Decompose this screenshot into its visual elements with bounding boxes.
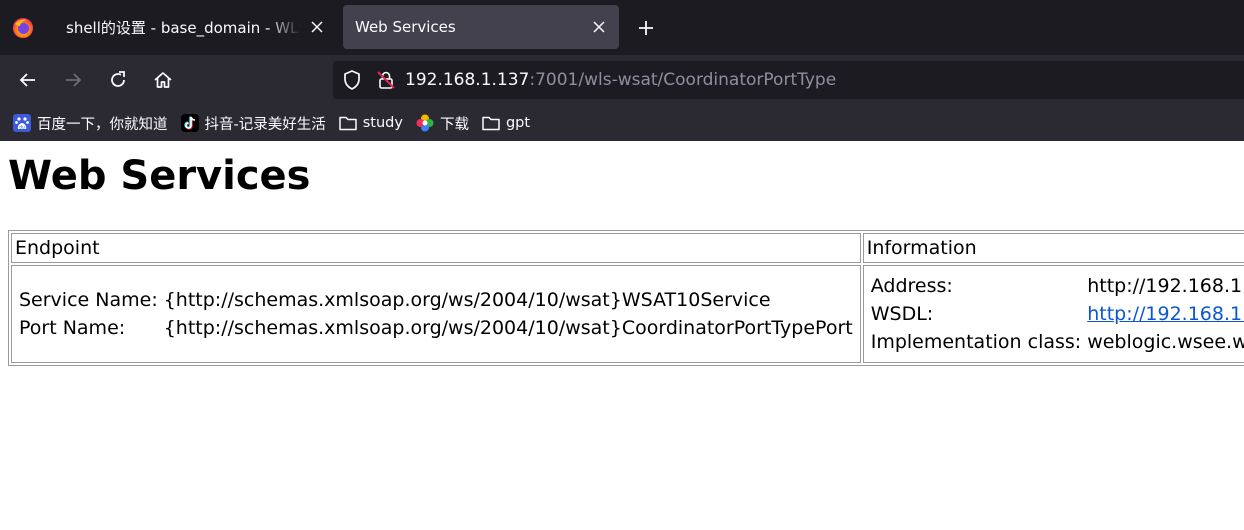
- bookmark-folder-study[interactable]: study: [332, 109, 409, 137]
- endpoint-details: Service Name: {http://schemas.xmlsoap.or…: [15, 285, 857, 343]
- page-title: Web Services: [8, 153, 311, 199]
- bookmark-label: 下载: [439, 116, 469, 133]
- arrow-left-icon: [19, 73, 35, 87]
- svg-text:du: du: [19, 125, 25, 131]
- url-text[interactable]: 192.168.1.137:7001/wls-wsat/CoordinatorP…: [405, 70, 836, 90]
- page-content: Web Services Endpoint Information Servic…: [0, 141, 1244, 530]
- information-cell: Address: http://192.168.1.137:7001/wls-w…: [862, 265, 1244, 363]
- wsdl-label: WSDL:: [870, 303, 934, 325]
- address-label: Address:: [870, 275, 953, 297]
- nav-bar: 192.168.1.137:7001/wls-wsat/CoordinatorP…: [0, 55, 1244, 105]
- port-name-value: {http://schemas.xmlsoap.org/ws/2004/10/w…: [163, 317, 853, 339]
- folder-icon: [338, 113, 358, 133]
- bookmark-label: gpt: [505, 115, 531, 131]
- new-tab-button[interactable]: [631, 13, 661, 43]
- implementation-class-label: Implementation class:: [870, 331, 1082, 353]
- header-endpoint: Endpoint: [11, 233, 861, 263]
- information-details: Address: http://192.168.1.137:7001/wls-w…: [867, 271, 1244, 357]
- tab-wls-console[interactable]: shell的设置 - base_domain - WLS Console: [54, 5, 337, 49]
- bookmark-folder-gpt[interactable]: gpt: [475, 109, 536, 137]
- implementation-class-value: weblogic.wsee.wstx.wsat.v10.endpoint.Coo…: [1087, 331, 1244, 353]
- bookmark-label: study: [362, 115, 403, 131]
- endpoint-cell: Service Name: {http://schemas.xmlsoap.or…: [11, 265, 861, 363]
- forward-button[interactable]: [55, 62, 91, 98]
- flower-icon: [415, 113, 435, 133]
- tab-title: Web Services: [355, 18, 456, 36]
- baidu-icon: du: [12, 113, 32, 133]
- home-button[interactable]: [145, 62, 181, 98]
- url-bar[interactable]: 192.168.1.137:7001/wls-wsat/CoordinatorP…: [333, 61, 1244, 99]
- close-icon[interactable]: [309, 19, 325, 35]
- bookmark-baidu[interactable]: du 百度一下，你就知道: [6, 109, 174, 137]
- url-path: :7001/wls-wsat/CoordinatorPortType: [529, 70, 837, 90]
- firefox-icon[interactable]: [0, 0, 46, 55]
- folder-icon: [481, 113, 501, 133]
- insecure-lock-icon[interactable]: [375, 69, 397, 91]
- plus-icon: [639, 21, 653, 35]
- bookmark-douyin[interactable]: 抖音-记录美好生活: [174, 109, 332, 137]
- wsdl-link[interactable]: http://192.168.1.137:7001/wls-wsat/Coord…: [1087, 303, 1244, 325]
- port-name-label: Port Name:: [19, 317, 126, 339]
- tab-web-services[interactable]: Web Services: [343, 5, 619, 49]
- douyin-icon: [180, 113, 200, 133]
- reload-icon: [111, 71, 125, 87]
- arrow-right-icon: [66, 73, 82, 87]
- bookmark-label: 抖音-记录美好生活: [204, 116, 326, 133]
- shield-icon[interactable]: [341, 69, 363, 91]
- home-icon: [154, 72, 172, 88]
- close-icon[interactable]: [591, 19, 607, 35]
- address-value: http://192.168.1.137:7001/wls-wsat/Coord…: [1087, 275, 1244, 297]
- services-table: Endpoint Information Service Name: {http…: [8, 230, 1244, 366]
- back-button[interactable]: [10, 62, 46, 98]
- tab-bar: shell的设置 - base_domain - WLS Console Web…: [0, 0, 1244, 55]
- service-name-value: {http://schemas.xmlsoap.org/ws/2004/10/w…: [163, 289, 771, 311]
- bookmark-download[interactable]: 下载: [409, 109, 475, 137]
- url-host: 192.168.1.137: [405, 70, 530, 90]
- header-information: Information: [862, 233, 1244, 263]
- tab-title: shell的设置 - base_domain - WLS Console: [66, 18, 301, 37]
- service-name-label: Service Name:: [19, 289, 158, 311]
- bookmark-label: 百度一下，你就知道: [37, 116, 168, 133]
- reload-button[interactable]: [100, 62, 136, 98]
- bookmarks-bar: du 百度一下，你就知道 抖音-记录美好生活 study 下载 gpt: [0, 105, 1244, 141]
